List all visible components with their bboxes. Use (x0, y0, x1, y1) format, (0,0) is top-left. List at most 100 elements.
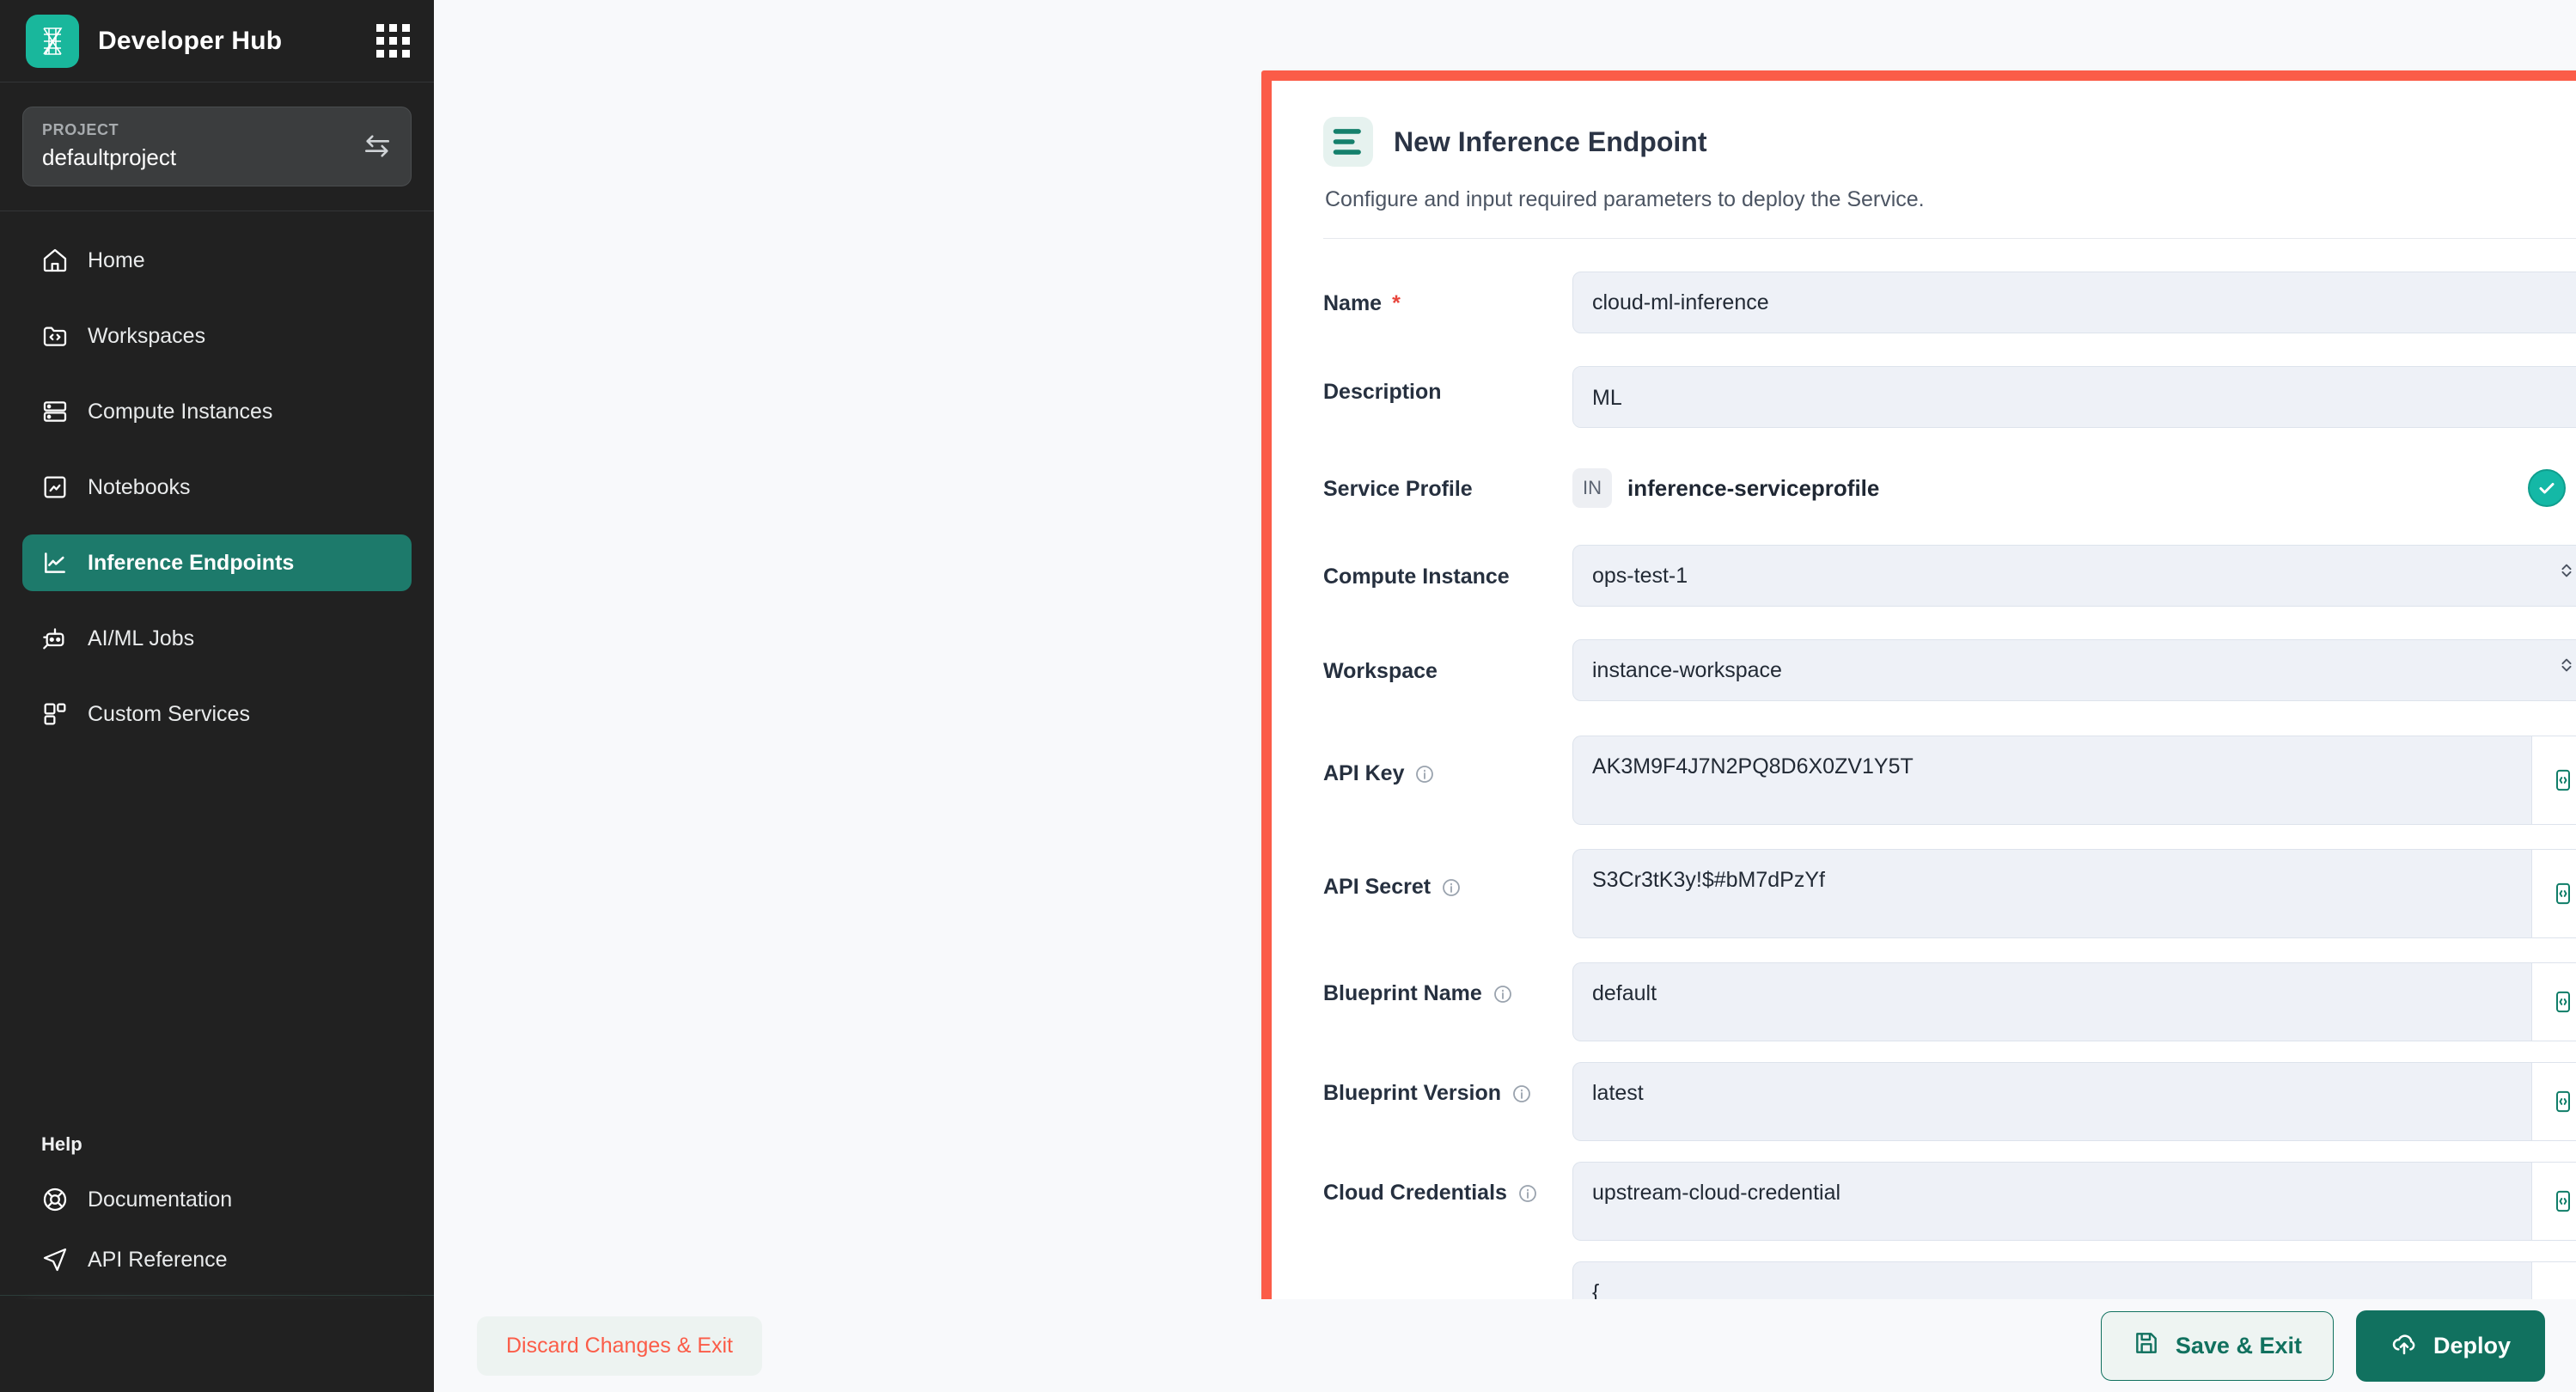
field-row-blueprint-name: Blueprint Name default (1323, 962, 2576, 1041)
sidebar-item-workspaces[interactable]: Workspaces (22, 308, 412, 364)
app-brand-title: Developer Hub (98, 26, 283, 55)
form-lines-icon (1323, 117, 1373, 167)
folder-code-icon (41, 322, 69, 350)
compute-instance-label-text: Compute Instance (1323, 564, 1510, 589)
check-circle-icon (2528, 469, 2566, 507)
sidebar-item-label: Inference Endpoints (88, 550, 295, 575)
blueprint-version-label: Blueprint Version (1323, 1062, 1572, 1106)
field-row-name: Name * (1323, 272, 2576, 333)
info-icon[interactable] (1492, 984, 1513, 1004)
footer-sidebar-pad (0, 1299, 434, 1392)
deploy-label: Deploy (2433, 1332, 2511, 1358)
discard-changes-button[interactable]: Discard Changes & Exit (477, 1316, 763, 1376)
cloud-upload-icon (2390, 1329, 2418, 1363)
sidebar-item-ai-ml-jobs[interactable]: AI/ML Jobs (22, 610, 412, 667)
send-icon (41, 1246, 69, 1273)
api-key-label-text: API Key (1323, 761, 1405, 785)
robot-icon (41, 625, 69, 652)
save-and-exit-button[interactable]: Save & Exit (2100, 1310, 2334, 1381)
field-row-api-key: API Key AK3M9F4J7N2PQ8D6X0ZV1Y5T (1323, 736, 2576, 825)
sidebar: Developer Hub PROJECT defaultproject Hom… (0, 0, 434, 1392)
deploy-button[interactable]: Deploy (2355, 1310, 2545, 1382)
sidebar-item-label: Custom Services (88, 701, 250, 726)
main-content: New Inference Endpoint Configure and inp… (434, 0, 2576, 1392)
sidebar-item-label: AI/ML Jobs (88, 626, 195, 650)
field-row-blueprint-version: Blueprint Version latest (1323, 1062, 2576, 1141)
app-grid-icon[interactable] (376, 24, 410, 58)
sidebar-nav: Home Workspaces Compute Instances Notebo… (0, 211, 434, 1133)
workspace-label-text: Workspace (1323, 658, 1438, 683)
code-brackets-icon[interactable] (2531, 736, 2576, 825)
lifebuoy-icon (41, 1186, 69, 1213)
sidebar-item-notebooks[interactable]: Notebooks (22, 459, 412, 516)
field-row-cloud-credentials: Cloud Credentials upstream-cloud-credent… (1323, 1162, 2576, 1241)
page-title: New Inference Endpoint (1394, 125, 1707, 157)
floppy-disk-icon (2133, 1329, 2160, 1363)
help-section-title: Help (41, 1133, 82, 1155)
code-brackets-icon[interactable] (2531, 962, 2576, 1041)
api-secret-label: API Secret (1323, 849, 1572, 900)
sidebar-item-documentation[interactable]: Documentation (22, 1175, 412, 1224)
service-profile-value-row[interactable]: IN inference-serviceprofile (1572, 468, 2576, 508)
info-icon[interactable] (1511, 1084, 1532, 1104)
service-profile-name: inference-serviceprofile (1627, 474, 1880, 501)
cloud-credentials-textarea[interactable]: upstream-cloud-credential (1572, 1162, 2531, 1241)
description-label-text: Description (1323, 380, 1442, 404)
code-brackets-icon[interactable] (2531, 1062, 2576, 1141)
sidebar-item-label: Documentation (88, 1187, 233, 1212)
project-value: defaultproject (42, 143, 177, 170)
field-row-compute-instance: Compute Instance (1323, 545, 2576, 607)
info-icon[interactable] (1441, 877, 1462, 898)
sidebar-item-label: Compute Instances (88, 399, 273, 424)
sidebar-item-label: Notebooks (88, 474, 191, 499)
sidebar-item-custom-services[interactable]: Custom Services (22, 686, 412, 742)
workspace-value[interactable] (1572, 639, 2576, 701)
project-selector[interactable]: PROJECT defaultproject (22, 107, 412, 186)
api-secret-textarea[interactable]: S3Cr3tK3y!$#bM7dPzYf (1572, 849, 2531, 938)
compute-instance-value[interactable] (1572, 545, 2576, 607)
api-key-textarea[interactable]: AK3M9F4J7N2PQ8D6X0ZV1Y5T (1572, 736, 2531, 825)
sidebar-item-compute-instances[interactable]: Compute Instances (22, 383, 412, 440)
sidebar-item-home[interactable]: Home (22, 232, 412, 289)
sidebar-header: Developer Hub (0, 0, 434, 82)
compute-instance-select[interactable] (1572, 545, 2576, 607)
service-profile-badge: IN (1572, 468, 1612, 508)
app-logo-icon (26, 14, 79, 68)
api-key-label: API Key (1323, 736, 1572, 786)
info-icon[interactable] (1517, 1183, 1538, 1204)
name-label-text: Name (1323, 290, 1383, 315)
code-brackets-icon[interactable] (2531, 849, 2576, 938)
sidebar-item-label: Home (88, 247, 145, 272)
modal-header: New Inference Endpoint Configure and inp… (1272, 81, 2576, 239)
blueprint-version-label-text: Blueprint Version (1323, 1081, 1501, 1105)
server-icon (41, 398, 69, 425)
service-profile-label: Service Profile (1323, 475, 1572, 502)
save-and-exit-label: Save & Exit (2175, 1332, 2302, 1358)
info-icon[interactable] (1414, 764, 1435, 785)
compute-instance-label: Compute Instance (1323, 563, 1572, 589)
switch-project-icon[interactable] (363, 131, 392, 161)
name-input[interactable] (1572, 272, 2576, 333)
blueprint-name-textarea[interactable]: default (1572, 962, 2531, 1041)
sidebar-item-api-reference[interactable]: API Reference (22, 1235, 412, 1285)
notebook-icon (41, 473, 69, 501)
home-icon (41, 247, 69, 274)
required-marker: * (1392, 290, 1401, 315)
description-label: Description (1323, 366, 1572, 405)
sidebar-item-inference-endpoints[interactable]: Inference Endpoints (22, 534, 412, 591)
api-secret-label-text: API Secret (1323, 875, 1431, 899)
project-selector-wrap: PROJECT defaultproject (0, 82, 434, 186)
cloud-credentials-label-text: Cloud Credentials (1323, 1181, 1507, 1205)
blocks-icon (41, 700, 69, 728)
name-label: Name * (1323, 290, 1572, 316)
service-profile-label-text: Service Profile (1323, 476, 1473, 501)
field-row-workspace: Workspace (1323, 639, 2576, 701)
modal-footer: Discard Changes & Exit Save & Exit Deplo… (0, 1299, 2576, 1392)
blueprint-version-textarea[interactable]: latest (1572, 1062, 2531, 1141)
new-inference-endpoint-modal: New Inference Endpoint Configure and inp… (1272, 81, 2576, 1369)
workspace-label: Workspace (1323, 657, 1572, 684)
code-brackets-icon[interactable] (2531, 1162, 2576, 1241)
blueprint-name-label: Blueprint Name (1323, 962, 1572, 1006)
workspace-select[interactable] (1572, 639, 2576, 701)
description-textarea[interactable]: ML (1572, 366, 2576, 428)
